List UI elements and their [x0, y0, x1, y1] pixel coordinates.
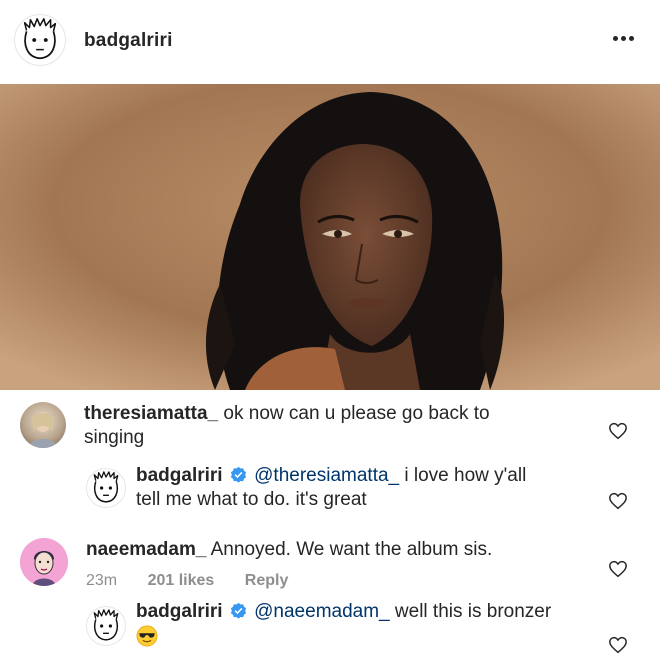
reply-avatar[interactable] — [86, 468, 126, 508]
reply-username[interactable]: badgalriri — [136, 465, 223, 486]
comment-body: Annoyed. We want the album sis. — [206, 539, 493, 560]
post-username[interactable]: badgalriri — [84, 30, 173, 52]
like-heart-icon[interactable] — [608, 492, 628, 510]
reply-username[interactable]: badgalriri — [136, 601, 223, 622]
like-heart-icon[interactable] — [608, 560, 628, 578]
comment-text: theresiamatta_ ok now can u please go ba… — [84, 402, 564, 450]
like-heart-icon[interactable] — [608, 422, 628, 440]
comment-username[interactable]: naeemadam_ — [86, 539, 206, 560]
commenter-avatar[interactable] — [20, 402, 66, 448]
reply-button[interactable]: Reply — [245, 572, 289, 589]
portrait-image — [0, 84, 660, 390]
verified-badge-icon — [230, 602, 247, 619]
person-photo-icon — [28, 412, 58, 448]
more-options-button[interactable] — [608, 26, 638, 50]
mention-link[interactable]: @theresiamatta_ — [254, 465, 399, 486]
more-horizontal-icon — [612, 35, 618, 41]
cartoon-face-icon — [93, 471, 119, 503]
mention-link[interactable]: @naeemadam_ — [254, 601, 389, 622]
reply-text: badgalriri @theresiamatta_ i love how y'… — [136, 464, 596, 512]
comment-body-line2: singing — [84, 427, 145, 448]
commenter-avatar[interactable] — [20, 538, 68, 586]
cartoon-face-icon — [23, 18, 57, 60]
comment-text: naeemadam_ Annoyed. We want the album si… — [86, 538, 566, 562]
comment-body: ok now can u please go back to — [218, 403, 490, 424]
post-header: badgalriri — [0, 0, 660, 84]
verified-badge-icon — [230, 466, 247, 483]
profile-avatar[interactable] — [14, 14, 66, 66]
comment-likes[interactable]: 201 likes — [148, 572, 215, 589]
post-photo[interactable] — [0, 84, 660, 390]
sunglasses-emoji-icon — [136, 625, 158, 647]
comment-username[interactable]: theresiamatta_ — [84, 403, 218, 424]
comments-section: theresiamatta_ ok now can u please go ba… — [0, 390, 660, 672]
reply-body-line2: tell me what to do. it's great — [136, 489, 367, 510]
reply-avatar[interactable] — [86, 606, 126, 646]
comment-meta: 23m 201 likes Reply — [86, 572, 314, 590]
cartoon-face-icon — [93, 609, 119, 641]
comment-time: 23m — [86, 572, 118, 589]
like-heart-icon[interactable] — [608, 636, 628, 654]
person-photo-icon — [20, 538, 68, 586]
reply-body: well this is bronzer — [389, 601, 552, 622]
reply-body: i love how y'all — [399, 465, 527, 486]
reply-text: badgalriri @naeemadam_ well this is bron… — [136, 600, 596, 648]
